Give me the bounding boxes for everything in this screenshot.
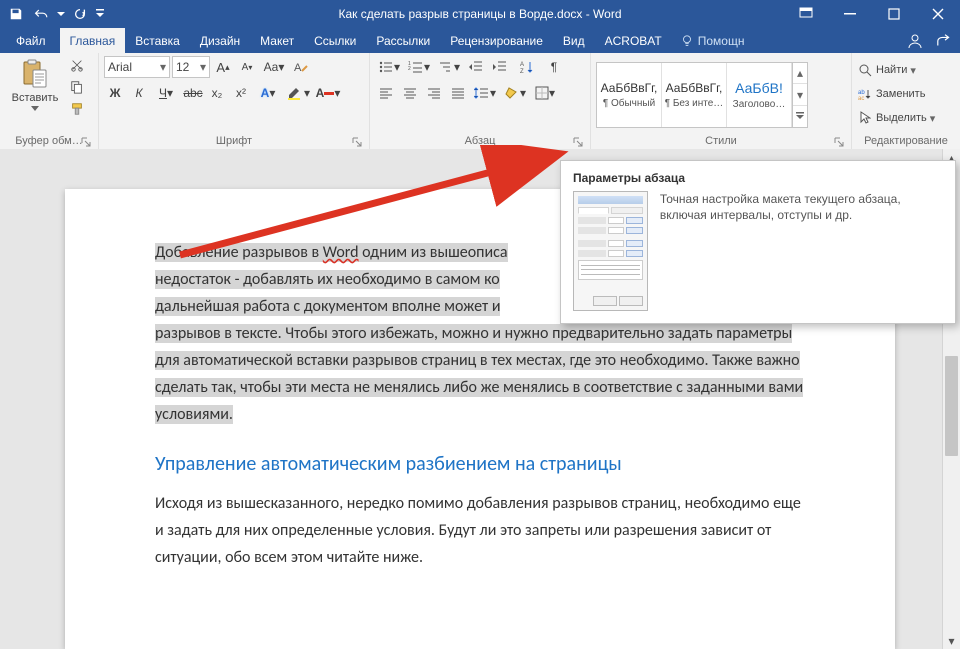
clipboard-group-label: Буфер обм… [15,135,82,147]
tab-view[interactable]: Вид [553,28,595,53]
svg-text:ac: ac [858,96,864,100]
paragraph-tooltip: Параметры абзаца Точная настройка макета… [560,160,956,324]
find-icon [857,62,873,78]
scrollbar-thumb[interactable] [945,356,958,456]
tell-me[interactable]: Помощн [672,28,753,53]
font-color-icon[interactable]: A▾ [314,83,342,103]
gallery-more-icon[interactable] [793,106,807,127]
user-icon[interactable] [900,28,930,53]
ribbon-options-icon[interactable] [784,0,828,28]
bold-button[interactable]: Ж [104,83,126,103]
tab-design[interactable]: Дизайн [190,28,250,53]
multilevel-list-icon[interactable]: ▾ [435,57,463,77]
document-heading[interactable]: Управление автоматическим разбиением на … [155,452,805,476]
share-icon[interactable] [930,28,960,53]
font-group-label: Шрифт [216,135,252,147]
gallery-down-icon[interactable]: ▾ [793,84,807,106]
subscript-icon[interactable]: x₂ [206,83,228,103]
change-case-icon[interactable]: Aa▾ [260,57,288,77]
copy-icon[interactable] [67,78,87,96]
qat-customize-icon[interactable] [94,2,106,26]
close-button[interactable] [916,0,960,28]
clipboard-dialog-launcher[interactable] [79,135,93,149]
editing-group-label: Редактирование [864,135,948,147]
svg-text:2: 2 [408,66,411,72]
file-tab[interactable]: Файл [2,28,60,53]
style-heading1[interactable]: АаБбВ! Заголово… [727,63,792,127]
minimize-button[interactable] [828,0,872,28]
window-title: Как сделать разрыв страницы в Ворде.docx… [338,7,621,21]
paste-icon [19,58,51,90]
tab-references[interactable]: Ссылки [304,28,366,53]
style-normal[interactable]: АаБбВвГг, ¶ Обычный [597,63,662,127]
clear-formatting-icon[interactable]: A [290,57,312,77]
save-icon[interactable] [4,2,28,26]
decrease-indent-icon[interactable] [465,57,487,77]
align-left-icon[interactable] [375,83,397,103]
sort-icon[interactable]: AZ [513,57,541,77]
numbering-icon[interactable]: 12▾ [405,57,433,77]
highlight-icon[interactable]: ▾ [284,83,312,103]
replace-button[interactable]: abac Заменить [857,84,935,104]
styles-gallery[interactable]: АаБбВвГг, ¶ Обычный АаБбВвГг, ¶ Без инте… [596,62,808,128]
chevron-down-icon [31,106,39,112]
superscript-icon[interactable]: x² [230,83,252,103]
svg-text:A: A [294,62,302,74]
italic-button[interactable]: К [128,83,150,103]
tooltip-title: Параметры абзаца [573,171,943,185]
replace-icon: abac [857,86,873,102]
borders-icon[interactable]: ▾ [531,83,559,103]
svg-text:Z: Z [520,69,524,74]
line-spacing-icon[interactable]: ▾ [471,83,499,103]
styles-group-label: Стили [705,135,737,147]
show-hide-icon[interactable]: ¶ [543,57,565,77]
undo-icon[interactable] [30,2,54,26]
strikethrough-icon[interactable]: abc [182,83,204,103]
svg-text:A: A [520,62,524,68]
scroll-down-icon[interactable]: ▾ [943,632,960,649]
font-name-combo[interactable]: Arial▾ [104,56,170,78]
paragraph-group-label: Абзац [465,135,496,147]
select-icon [857,110,873,126]
maximize-button[interactable] [872,0,916,28]
tab-layout[interactable]: Макет [250,28,304,53]
style-no-spacing[interactable]: АаБбВвГг, ¶ Без инте… [662,63,727,127]
underline-button[interactable]: Ч▾ [152,83,180,103]
bulb-icon [680,34,694,48]
text-effects-icon[interactable]: A▾ [254,83,282,103]
shading-icon[interactable]: ▾ [501,83,529,103]
align-center-icon[interactable] [399,83,421,103]
tab-acrobat[interactable]: ACROBAT [595,28,672,53]
tab-insert[interactable]: Вставка [125,28,190,53]
gallery-up-icon[interactable]: ▴ [793,63,807,85]
undo-dropdown-icon[interactable] [56,2,66,26]
grow-font-icon[interactable]: A▴ [212,57,234,77]
paste-label: Вставить [12,92,59,104]
format-painter-icon[interactable] [67,100,87,118]
tell-me-label: Помощн [698,34,745,48]
shrink-font-icon[interactable]: A▾ [236,57,258,77]
justify-icon[interactable] [447,83,469,103]
document-paragraph[interactable]: Исходя из вышесказанного, нередко помимо… [155,490,805,571]
bullets-icon[interactable]: ▾ [375,57,403,77]
cut-icon[interactable] [67,56,87,74]
tooltip-description: Точная настройка макета текущего абзаца,… [660,191,943,311]
tab-home[interactable]: Главная [60,28,126,53]
redo-icon[interactable] [68,2,92,26]
select-button[interactable]: Выделить▾ [857,108,935,128]
increase-indent-icon[interactable] [489,57,511,77]
paragraph-dialog-launcher[interactable] [571,135,585,149]
paste-button[interactable]: Вставить [5,56,65,114]
font-size-combo[interactable]: 12▾ [172,56,210,78]
tab-mailings[interactable]: Рассылки [366,28,440,53]
font-dialog-launcher[interactable] [350,135,364,149]
align-right-icon[interactable] [423,83,445,103]
tab-review[interactable]: Рецензирование [440,28,553,53]
find-button[interactable]: Найти▾ [857,60,935,80]
tooltip-preview-image [573,191,648,311]
styles-dialog-launcher[interactable] [832,135,846,149]
